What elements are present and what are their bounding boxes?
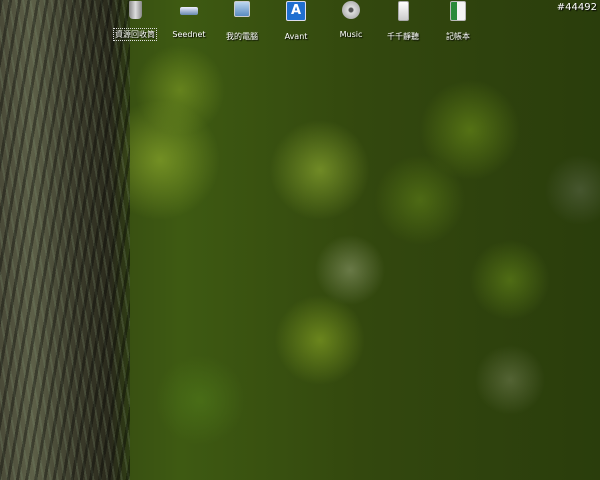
desktop-icon-ledger[interactable]: 記帳本: [431, 1, 485, 43]
music-icon: [342, 1, 360, 19]
drive-icon: [180, 7, 198, 15]
recycle-bin-icon: [128, 1, 142, 19]
desktop-icon-seednet[interactable]: Seednet: [162, 1, 216, 41]
desktop-icon-recycle-bin[interactable]: 資源回收筒: [108, 1, 162, 41]
desktop-icon-avant[interactable]: A Avant: [269, 1, 323, 43]
spreadsheet-icon: [450, 1, 466, 21]
player-icon: [397, 1, 409, 21]
counter-label: #44492: [556, 2, 597, 13]
desktop-icon-ttplayer[interactable]: 千千靜聽: [376, 1, 430, 43]
avant-browser-icon: A: [286, 1, 306, 21]
desktop-icon-music[interactable]: Music: [324, 1, 378, 41]
computer-icon: [234, 1, 250, 17]
desktop-icon-my-computer[interactable]: 我的電腦: [215, 1, 269, 43]
wallpaper-tree-trunk: [0, 0, 130, 480]
